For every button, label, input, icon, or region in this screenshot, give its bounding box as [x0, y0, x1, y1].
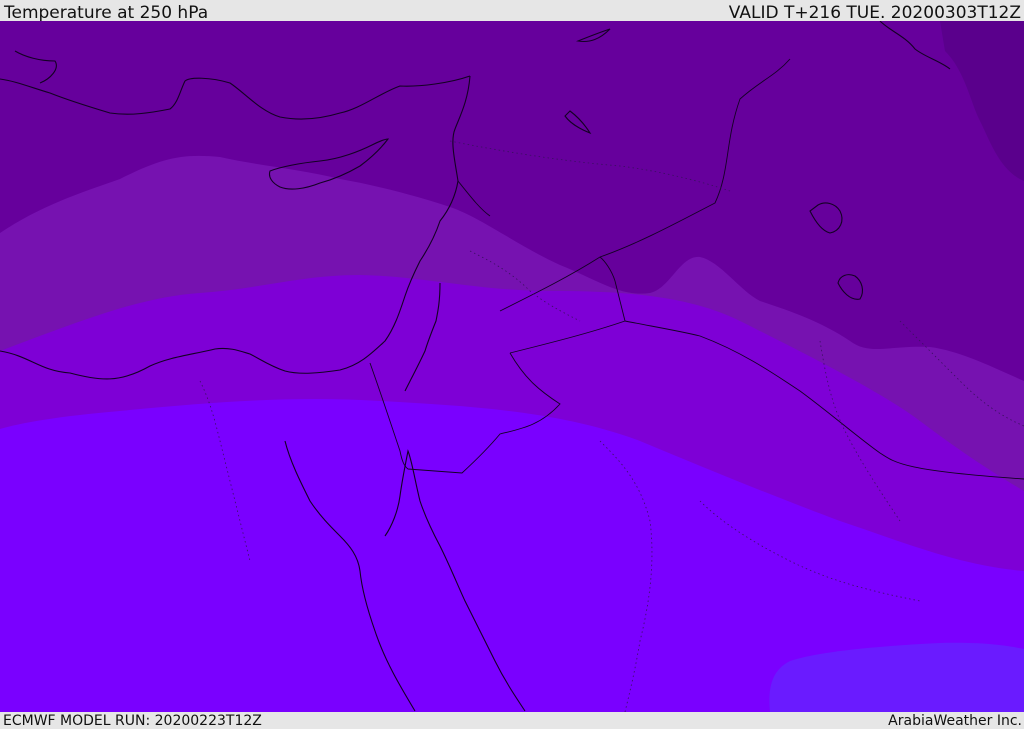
- temperature-map: [0, 21, 1024, 712]
- footer-bar: ECMWF MODEL RUN: 20200223T12Z ArabiaWeat…: [0, 712, 1024, 729]
- header-bar: Temperature at 250 hPa VALID T+216 TUE. …: [0, 0, 1024, 23]
- model-run: ECMWF MODEL RUN: 20200223T12Z: [3, 713, 262, 729]
- credit-text: ArabiaWeather Inc.: [888, 713, 1022, 729]
